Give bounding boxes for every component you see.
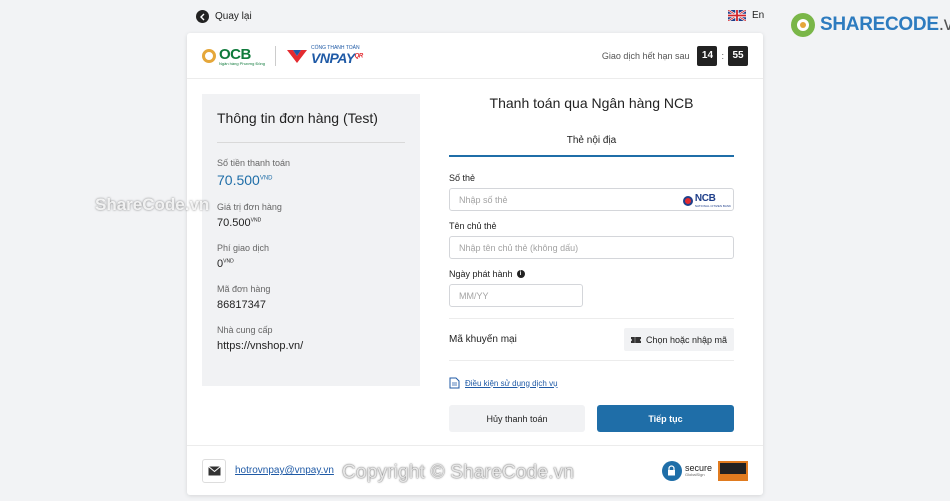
issue-date-input[interactable]: MM/YY (449, 284, 583, 307)
order-info-panel: Thông tin đơn hàng (Test) Số tiền thanh … (202, 94, 420, 386)
ocb-tagline: Ngân hàng Phương Đông (219, 60, 265, 66)
ocb-logo: OCB Ngân hàng Phương Đông (202, 46, 265, 66)
card-number-field: Số thẻ Nhập số thẻ NCB NATIONAL CITIZEN … (449, 173, 734, 211)
cancel-button[interactable]: Hủy thanh toán (449, 405, 585, 432)
support-email-link[interactable]: hotrovnpay@vnpay.vn (235, 465, 334, 476)
arrow-left-icon (196, 10, 209, 23)
uk-flag-icon (728, 10, 746, 21)
card-number-placeholder: Nhập số thẻ (459, 194, 508, 205)
card-header: OCB Ngân hàng Phương Đông CỔNG THANH TOÁ… (187, 33, 763, 79)
issue-date-label: Ngày phát hành i (449, 269, 734, 279)
timer-minutes: 14 (697, 45, 718, 66)
holder-placeholder: Nhập tên chủ thẻ (không dấu) (459, 242, 579, 253)
back-button[interactable]: Quay lại (196, 10, 252, 23)
pci-dss-badge-icon (718, 460, 748, 481)
holder-input[interactable]: Nhập tên chủ thẻ (không dấu) (449, 236, 734, 259)
fee-label: Phí giao dịch (217, 243, 270, 253)
language-label: En (752, 10, 765, 21)
ncb-logo-icon (682, 195, 693, 206)
order-id-row: Mã đơn hàng 86817347 (217, 284, 405, 311)
amount-label: Số tiền thanh toán (217, 158, 291, 168)
order-info-title: Thông tin đơn hàng (Test) (217, 94, 405, 143)
order-id-value: 86817347 (217, 299, 266, 311)
secure-badge: secure GlobalSign (661, 460, 712, 481)
fee-row: Phí giao dịch 0VND (217, 243, 405, 270)
order-id-label: Mã đơn hàng (217, 284, 271, 294)
ocb-ring-icon (202, 48, 216, 63)
lock-icon (661, 460, 682, 481)
issue-date-label-text: Ngày phát hành (449, 269, 513, 279)
secure-sub: GlobalSign (684, 472, 705, 477)
card-footer: hotrovnpay@vnpay.vn secure GlobalSign (187, 445, 763, 495)
promo-button-label: Chọn hoặc nhập mã (645, 334, 727, 345)
sharecode-watermark-logo: SHARECODE.vn (790, 12, 950, 38)
payment-form: Thanh toán qua Ngân hàng NCB Thẻ nội địa… (449, 94, 734, 432)
issue-date-placeholder: MM/YY (459, 290, 489, 301)
ncb-badge-sub: NATIONAL CITIZEN BANK (694, 204, 731, 208)
terms-link[interactable]: Điều kiện sử dụng dịch vụ (449, 377, 734, 389)
promo-label: Mã khuyến mại (449, 334, 517, 345)
ncb-badge-label: NCB (694, 193, 716, 204)
vnpay-logo: CỔNG THANH TOÁN VNPAYQR (286, 46, 363, 65)
expiry-timer: Giao dịch hết hạn sau 14 : 55 (601, 45, 748, 66)
mail-icon (202, 458, 226, 483)
vnpay-mark-icon (287, 49, 307, 63)
terms-link-label: Điều kiện sử dụng dịch vụ (465, 378, 558, 388)
amount-value: 70.500VND (217, 172, 273, 188)
issue-date-field: Ngày phát hành i MM/YY (449, 269, 734, 307)
tab-domestic-card[interactable]: Thẻ nội địa (449, 135, 734, 157)
action-buttons: Hủy thanh toán Tiếp tục (449, 405, 734, 432)
vnpay-name: VNPAYQR (311, 50, 363, 66)
language-switcher[interactable]: En (728, 10, 764, 21)
order-value: 70.500VND (217, 217, 262, 229)
continue-button[interactable]: Tiếp tục (597, 405, 734, 432)
provider-value: https://vnshop.vn/ (217, 340, 304, 352)
ncb-bank-badge: NCB NATIONAL CITIZEN BANK (682, 193, 731, 208)
timer-seconds: 55 (728, 45, 748, 66)
holder-label: Tên chủ thẻ (449, 221, 497, 231)
holder-field: Tên chủ thẻ Nhập tên chủ thẻ (không dấu) (449, 221, 734, 259)
amount-row: Số tiền thanh toán 70.500VND (217, 158, 405, 188)
security-badges: secure GlobalSign (661, 460, 748, 481)
form-title: Thanh toán qua Ngân hàng NCB (489, 95, 694, 111)
order-value-label: Giá trị đơn hàng (217, 202, 282, 212)
logo-divider (275, 45, 276, 66)
promo-row: Mã khuyến mại Chọn hoặc nhập mã (449, 318, 734, 361)
card-number-label: Số thẻ (449, 173, 476, 183)
sharecode-brand: SHARECODE.vn (820, 14, 950, 35)
fee-value: 0VND (217, 258, 234, 270)
provider-label: Nhà cung cấp (217, 325, 273, 335)
card-number-input[interactable]: Nhập số thẻ NCB NATIONAL CITIZEN BANK (449, 188, 734, 211)
timer-separator: : (721, 50, 724, 61)
back-label: Quay lại (215, 11, 252, 22)
info-icon[interactable]: i (516, 270, 525, 278)
timer-label: Giao dịch hết hạn sau (601, 50, 690, 61)
document-icon (449, 377, 460, 389)
sharecode-logo-icon (791, 13, 815, 37)
provider-row: Nhà cung cấp https://vnshop.vn/ (217, 325, 405, 352)
order-value-row: Giá trị đơn hàng 70.500VND (217, 202, 405, 229)
ticket-icon (630, 336, 641, 343)
payment-card: OCB Ngân hàng Phương Đông CỔNG THANH TOÁ… (187, 33, 763, 495)
promo-select-button[interactable]: Chọn hoặc nhập mã (623, 328, 734, 351)
